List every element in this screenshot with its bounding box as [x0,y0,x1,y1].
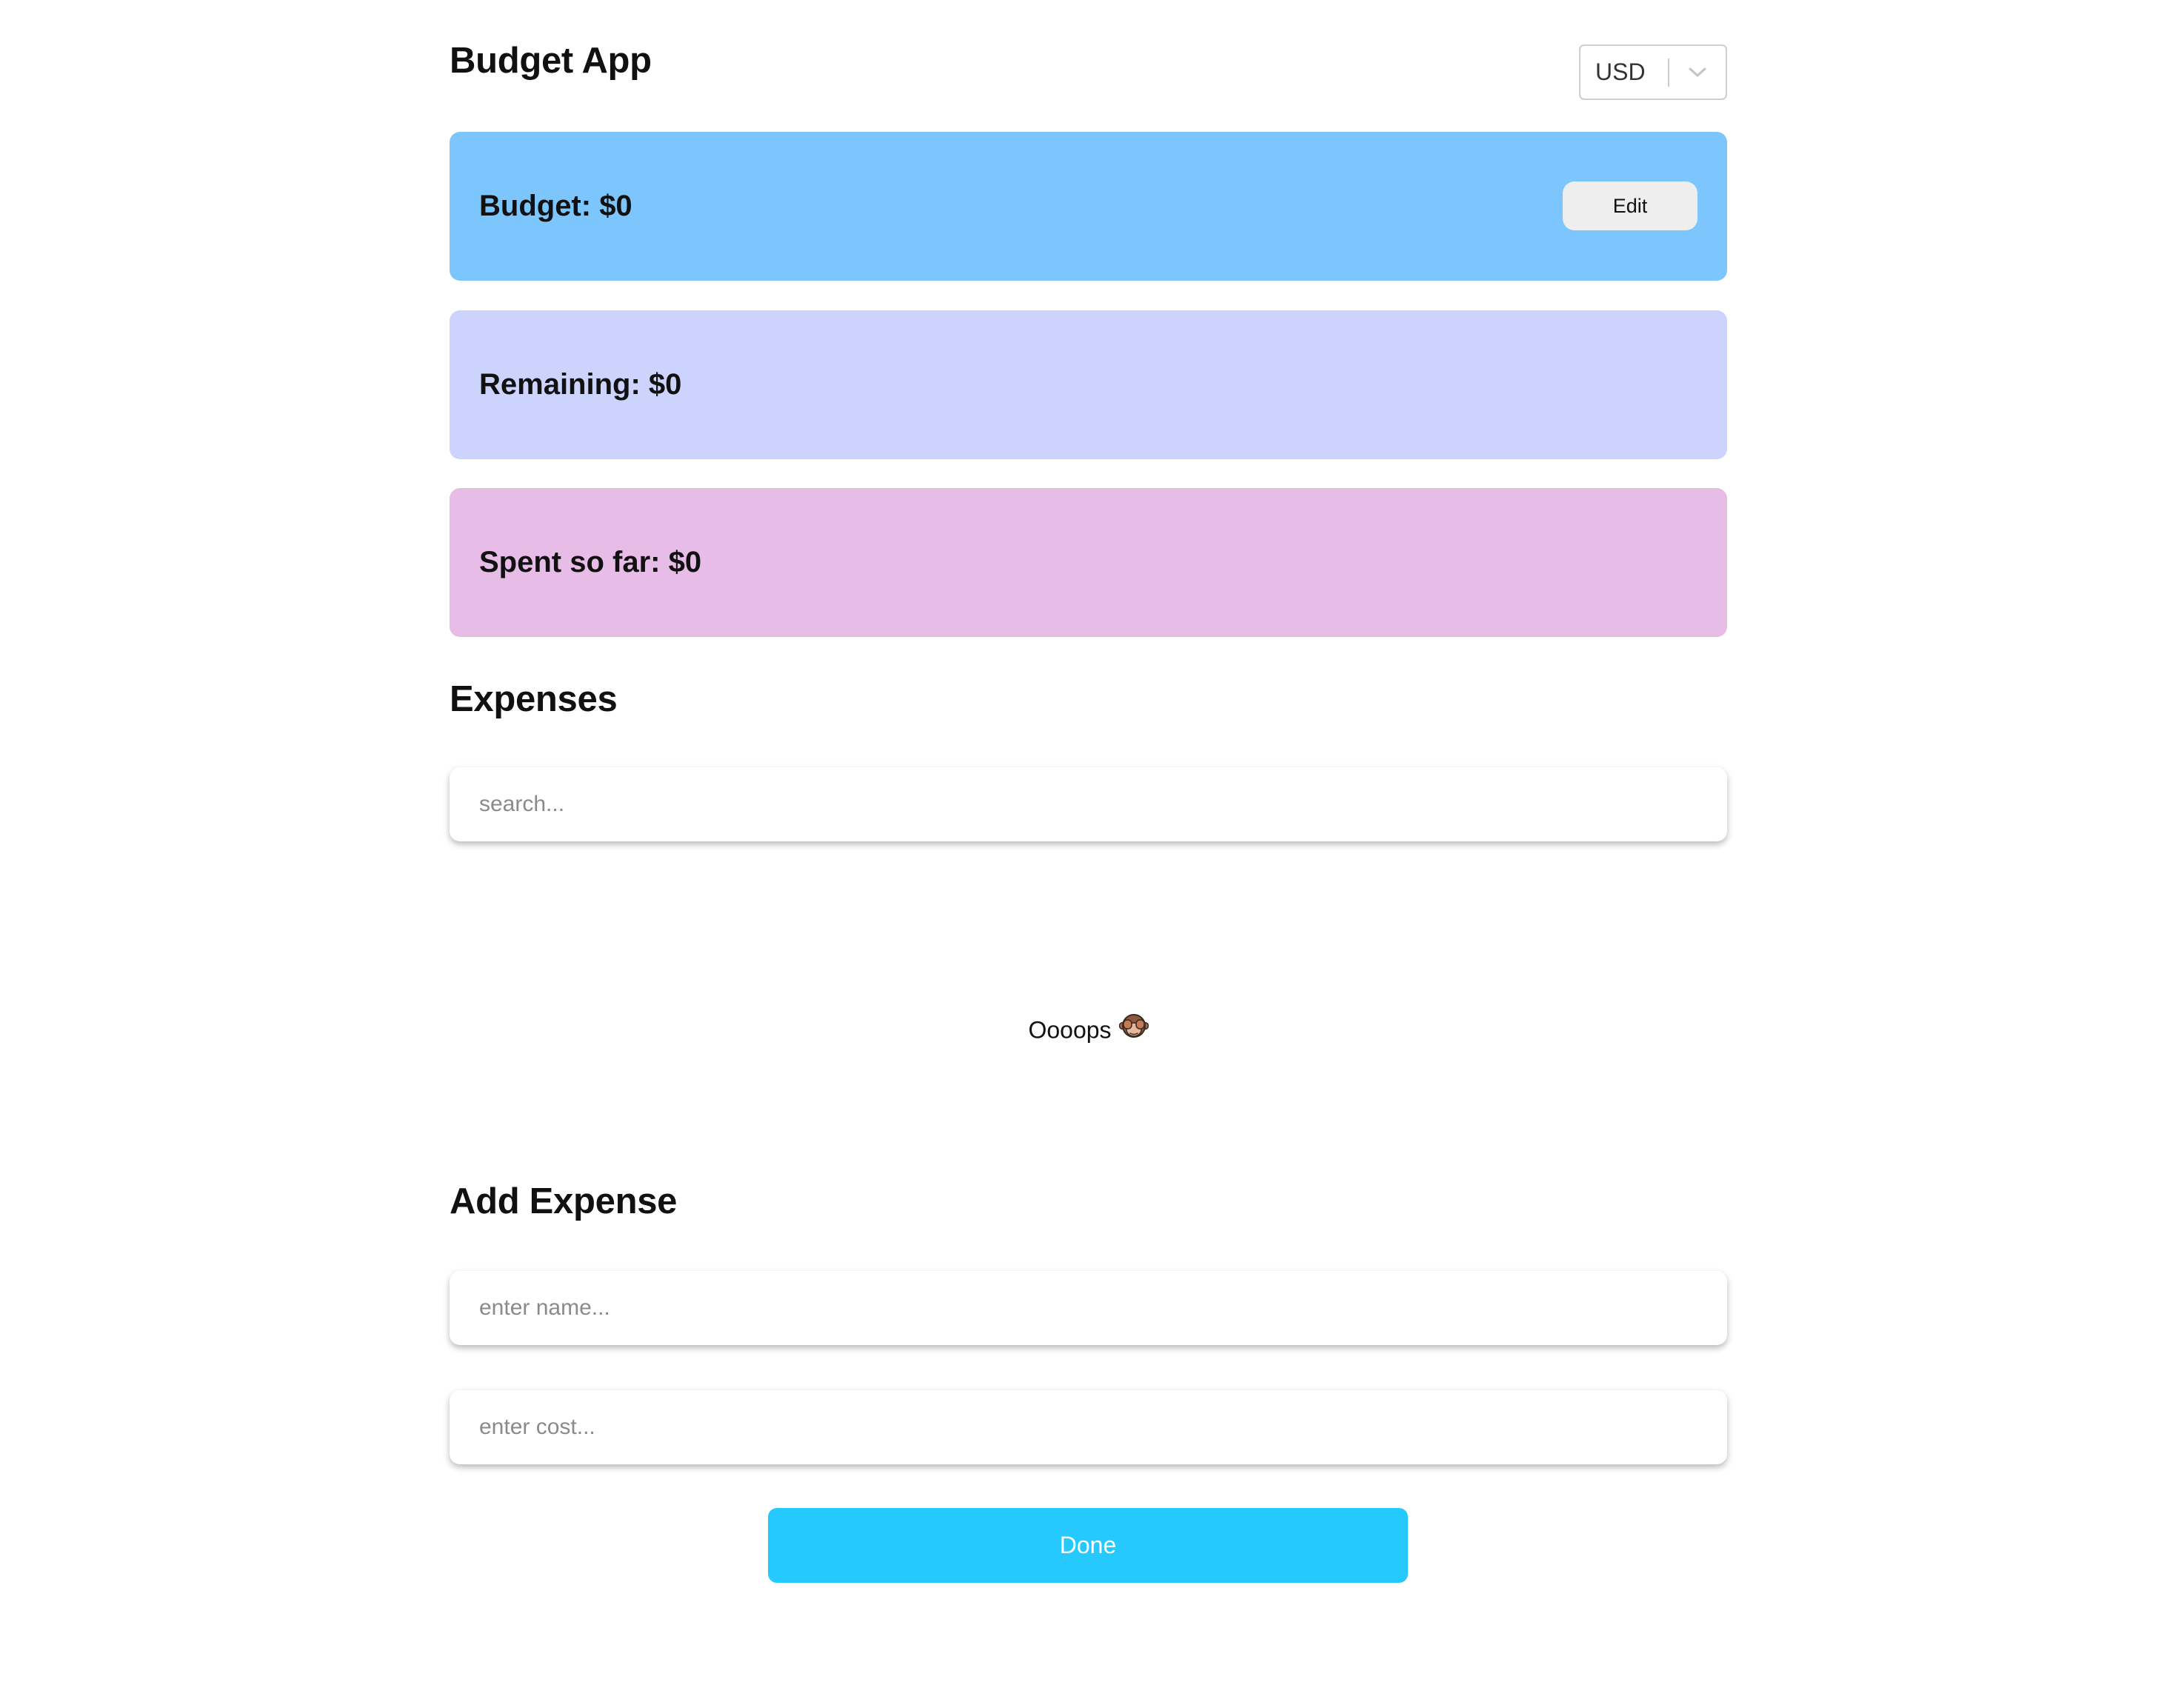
page-title: Budget App [450,41,652,81]
app-header: Budget App USD [450,0,1727,130]
spent-text: Spent so far: $0 [479,546,702,578]
done-button[interactable]: Done [768,1508,1408,1583]
expense-cost-input[interactable] [450,1390,1727,1464]
add-expense-heading: Add Expense [450,1181,678,1221]
currency-selected-value: USD [1595,59,1646,85]
budget-app: Budget App USD Budget: $0 Edit Remaining… [450,0,1727,1583]
edit-budget-button[interactable]: Edit [1563,181,1697,230]
see-no-evil-monkey-icon [1118,1012,1149,1047]
budget-text: Budget: $0 [479,190,632,222]
empty-state: Oooops [450,1014,1727,1047]
budget-card: Budget: $0 Edit [450,132,1727,281]
expense-name-input[interactable] [450,1271,1727,1345]
remaining-card: Remaining: $0 [450,310,1727,459]
empty-state-message: Oooops [1028,1016,1112,1044]
remaining-text: Remaining: $0 [479,368,682,401]
spent-card: Spent so far: $0 [450,488,1727,637]
currency-select[interactable]: USD [1579,44,1727,100]
chevron-down-icon[interactable] [1669,67,1726,79]
search-input[interactable] [450,767,1727,841]
expenses-heading: Expenses [450,679,618,719]
